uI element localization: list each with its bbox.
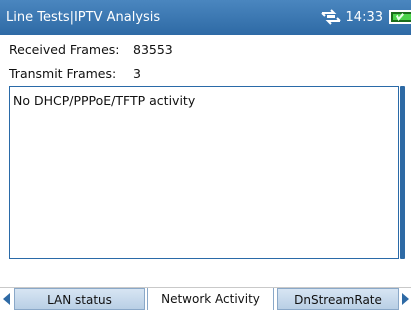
tab-bar: LAN status Network Activity DnStreamRate — [0, 287, 411, 310]
received-frames-value: 83553 — [133, 42, 173, 57]
tab-scroll-left-icon[interactable] — [3, 293, 10, 305]
transmit-frames-label: Transmit Frames: — [9, 66, 117, 81]
tab-dnstreamrate[interactable]: DnStreamRate — [277, 288, 399, 310]
tab-scroll-right-icon[interactable] — [402, 293, 409, 305]
clock-time: 14:33 — [345, 9, 383, 25]
panel-scrollbar[interactable] — [400, 86, 405, 259]
window-title: Line Tests|IPTV Analysis — [6, 10, 161, 25]
activity-message: No DHCP/PPPoE/TFTP activity — [13, 93, 196, 108]
transmit-frames-value: 3 — [133, 66, 141, 81]
battery-charged-icon — [389, 10, 411, 24]
network-activity-icon — [320, 9, 341, 25]
received-frames-label: Received Frames: — [9, 42, 120, 57]
tab-lan-status[interactable]: LAN status — [14, 288, 145, 310]
title-bar: Line Tests|IPTV Analysis 14:33 — [0, 0, 411, 35]
status-area: 14:33 — [320, 9, 411, 25]
tab-network-activity[interactable]: Network Activity — [147, 288, 274, 310]
activity-log-panel[interactable]: No DHCP/PPPoE/TFTP activity — [9, 86, 399, 259]
